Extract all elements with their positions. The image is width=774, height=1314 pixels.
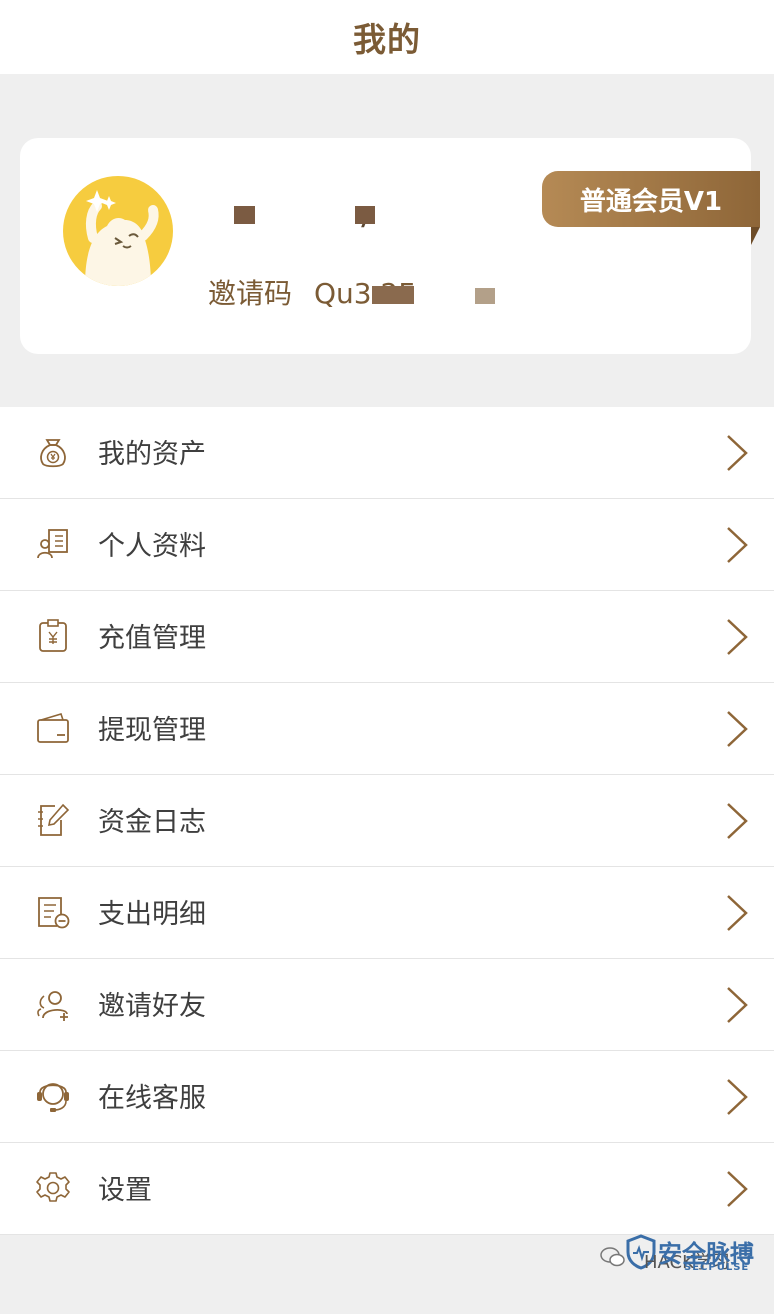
menu-item-label: 提现管理 [98, 715, 206, 746]
menu-item-label: 充值管理 [98, 623, 206, 654]
menu-item-label: 在线客服 [98, 1083, 206, 1114]
username: 7 [208, 201, 374, 234]
menu-item-label: 资金日志 [98, 807, 206, 838]
avatar[interactable] [63, 176, 173, 286]
invite-user-icon [37, 991, 68, 1021]
member-level-badge[interactable]: 普通会员V1 [542, 171, 760, 227]
chevron-right-icon [727, 619, 748, 655]
chevron-right-icon [727, 803, 748, 839]
menu-item-label: 个人资料 [98, 531, 206, 562]
redaction-block [234, 206, 255, 224]
wechat-icon [600, 1247, 625, 1267]
chevron-right-icon [727, 527, 748, 563]
menu-item-profile[interactable]: 个人资料 [0, 499, 774, 591]
top-bar: 我的 [0, 0, 774, 74]
invite-code-label: 邀请码 [208, 277, 293, 310]
chevron-right-icon [727, 711, 748, 747]
headset-icon [37, 1083, 69, 1112]
watermark: HACK学习 安全脉搏 SECPULSE [600, 1234, 760, 1294]
page-title: 我的 [353, 20, 421, 59]
redaction-block [355, 206, 375, 224]
menu-item-fund-log[interactable]: 资金日志 [0, 775, 774, 867]
expense-detail-icon [38, 897, 70, 929]
edit-log-icon [38, 803, 70, 836]
menu-item-recharge[interactable]: 充值管理 [0, 591, 774, 683]
chevron-right-icon [727, 987, 748, 1023]
chevron-right-icon [727, 895, 748, 931]
menu-item-settings[interactable]: 设置 [0, 1143, 774, 1235]
watermark-brand-en: SECPULSE [684, 1262, 750, 1273]
chevron-right-icon [727, 1171, 748, 1207]
gear-icon [36, 1172, 70, 1202]
menu-item-my-assets[interactable]: 我的资产 [0, 407, 774, 499]
menu-item-online-service[interactable]: 在线客服 [0, 1051, 774, 1143]
redaction-block [475, 288, 495, 304]
chevron-right-icon [727, 435, 748, 471]
menu-item-label: 邀请好友 [98, 991, 206, 1022]
wallet-icon [37, 713, 69, 743]
recharge-icon [39, 619, 67, 652]
menu-item-label: 支出明细 [98, 899, 206, 930]
menu-item-label: 我的资产 [98, 439, 206, 470]
menu-item-invite-friends[interactable]: 邀请好友 [0, 959, 774, 1051]
menu-item-withdraw[interactable]: 提现管理 [0, 683, 774, 775]
redaction-block [372, 286, 414, 304]
menu-item-label: 设置 [98, 1175, 152, 1206]
money-bag-icon [40, 439, 66, 468]
profile-card-icon [37, 529, 68, 559]
menu-list: 我的资产 个人资料 充值管理 提现管理 资金日志 支出明细 邀请好友 在线客服 … [0, 407, 774, 1235]
badge-fold [751, 227, 760, 245]
chevron-right-icon [727, 1079, 748, 1115]
menu-item-expense-detail[interactable]: 支出明细 [0, 867, 774, 959]
